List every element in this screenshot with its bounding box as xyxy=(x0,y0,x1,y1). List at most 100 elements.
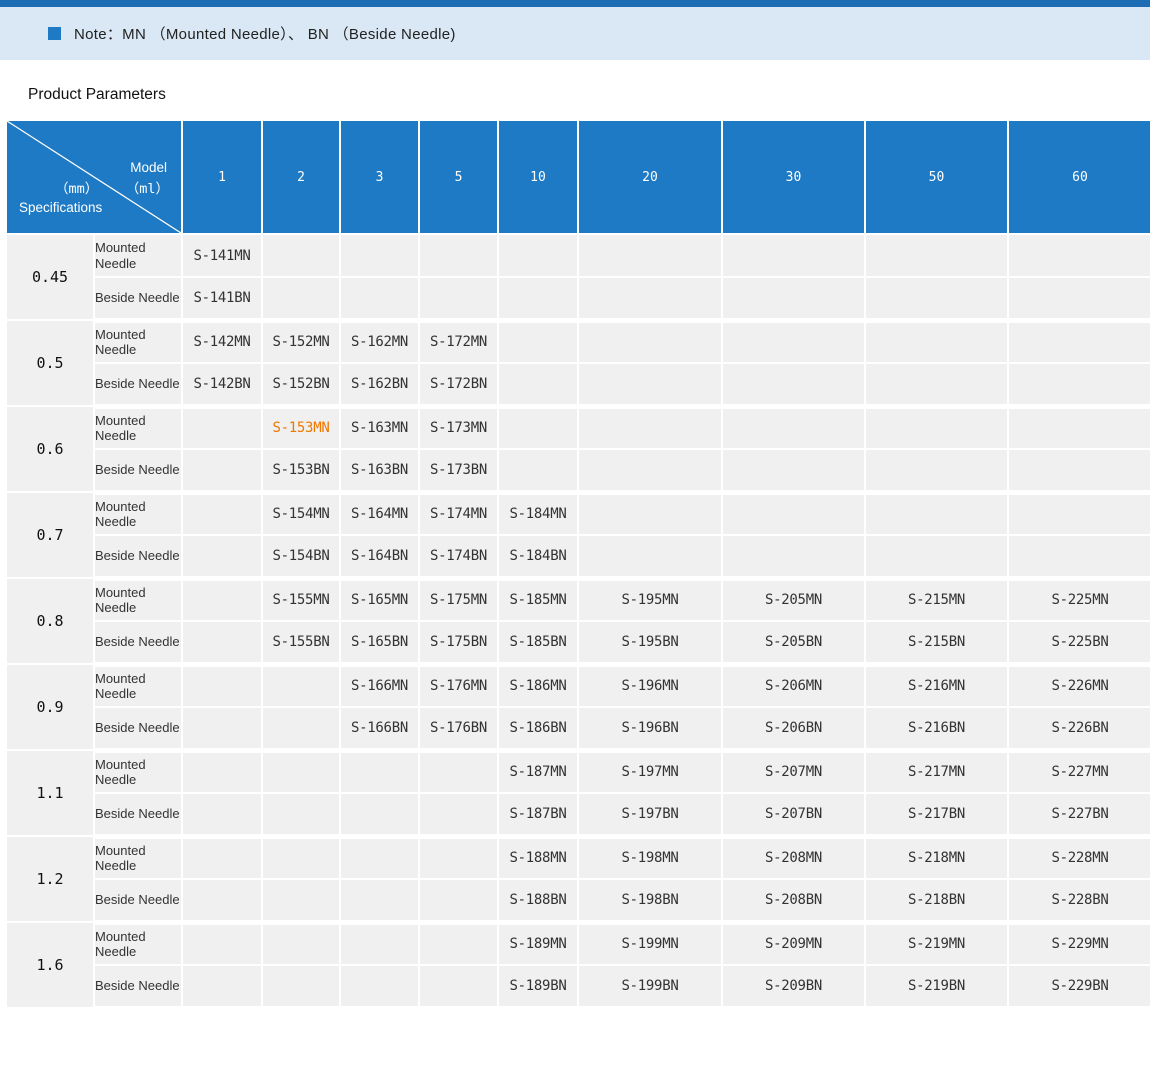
model-cell: S-196MN xyxy=(578,664,722,707)
model-cell: S-217BN xyxy=(865,793,1008,836)
empty-cell xyxy=(865,406,1008,449)
empty-cell xyxy=(865,363,1008,406)
beside-needle-label: Beside Needle xyxy=(94,879,182,922)
model-cell: S-186BN xyxy=(498,707,578,750)
table-row-0.7-mn: 0.7Mounted NeedleS-154MNS-164MNS-174MNS-… xyxy=(6,492,1150,535)
table-row-0.5-mn: 0.5Mounted NeedleS-142MNS-152MNS-162MNS-… xyxy=(6,320,1150,363)
empty-cell xyxy=(1008,492,1150,535)
note-bullet-icon xyxy=(48,27,61,40)
model-cell: S-141MN xyxy=(182,234,262,277)
empty-cell xyxy=(340,965,419,1008)
empty-cell xyxy=(498,320,578,363)
empty-cell xyxy=(722,449,865,492)
empty-cell xyxy=(340,922,419,965)
model-cell: S-172MN xyxy=(419,320,498,363)
model-cell: S-207MN xyxy=(722,750,865,793)
empty-cell xyxy=(722,277,865,320)
model-cell: S-166MN xyxy=(340,664,419,707)
corner-label-mm-unit: （mm） xyxy=(55,183,98,197)
table-row-0.6-bn: Beside NeedleS-153BNS-163BNS-173BN xyxy=(6,449,1150,492)
empty-cell xyxy=(498,363,578,406)
table-row-1.2-mn: 1.2Mounted NeedleS-188MNS-198MNS-208MNS-… xyxy=(6,836,1150,879)
model-cell: S-227MN xyxy=(1008,750,1150,793)
section-title: Product Parameters xyxy=(28,86,1150,104)
model-cell: S-173MN xyxy=(419,406,498,449)
diagonal-divider xyxy=(7,121,181,233)
empty-cell xyxy=(182,578,262,621)
model-cell: S-205MN xyxy=(722,578,865,621)
empty-cell xyxy=(262,664,340,707)
empty-cell xyxy=(262,234,340,277)
column-header-50: 50 xyxy=(865,120,1008,234)
spec-cell: 0.8 xyxy=(6,578,94,664)
table-row-1.1-mn: 1.1Mounted NeedleS-187MNS-197MNS-207MNS-… xyxy=(6,750,1150,793)
empty-cell xyxy=(419,234,498,277)
model-cell: S-226MN xyxy=(1008,664,1150,707)
corner-header-cell: Model （ml） （mm） Specifications xyxy=(6,120,182,234)
model-cell: S-228BN xyxy=(1008,879,1150,922)
mounted-needle-label: Mounted Needle xyxy=(94,578,182,621)
empty-cell xyxy=(419,836,498,879)
model-cell: S-207BN xyxy=(722,793,865,836)
empty-cell xyxy=(578,277,722,320)
empty-cell xyxy=(182,406,262,449)
model-cell: S-229BN xyxy=(1008,965,1150,1008)
empty-cell xyxy=(262,793,340,836)
header-row: Model （ml） （mm） Specifications 123510203… xyxy=(6,120,1150,234)
empty-cell xyxy=(1008,320,1150,363)
mounted-needle-label: Mounted Needle xyxy=(94,320,182,363)
model-cell: S-187MN xyxy=(498,750,578,793)
model-cell: S-164BN xyxy=(340,535,419,578)
column-header-60: 60 xyxy=(1008,120,1150,234)
empty-cell xyxy=(498,406,578,449)
model-cell: S-142MN xyxy=(182,320,262,363)
empty-cell xyxy=(722,320,865,363)
beside-needle-label: Beside Needle xyxy=(94,363,182,406)
spec-cell: 0.5 xyxy=(6,320,94,406)
empty-cell xyxy=(340,277,419,320)
model-cell: S-195BN xyxy=(578,621,722,664)
empty-cell xyxy=(262,836,340,879)
empty-cell xyxy=(865,449,1008,492)
model-cell: S-197BN xyxy=(578,793,722,836)
empty-cell xyxy=(578,363,722,406)
column-header-20: 20 xyxy=(578,120,722,234)
model-cell: S-229MN xyxy=(1008,922,1150,965)
table-row-1.6-mn: 1.6Mounted NeedleS-189MNS-199MNS-209MNS-… xyxy=(6,922,1150,965)
table-row-0.45-bn: Beside NeedleS-141BN xyxy=(6,277,1150,320)
empty-cell xyxy=(340,750,419,793)
spec-cell: 0.6 xyxy=(6,406,94,492)
empty-cell xyxy=(262,750,340,793)
beside-needle-label: Beside Needle xyxy=(94,449,182,492)
table-row-0.6-mn: 0.6Mounted NeedleS-153MNS-163MNS-173MN xyxy=(6,406,1150,449)
table-row-0.9-mn: 0.9Mounted NeedleS-166MNS-176MNS-186MNS-… xyxy=(6,664,1150,707)
empty-cell xyxy=(1008,277,1150,320)
model-cell: S-188MN xyxy=(498,836,578,879)
table-row-1.1-bn: Beside NeedleS-187BNS-197BNS-207BNS-217B… xyxy=(6,793,1150,836)
model-cell: S-173BN xyxy=(419,449,498,492)
model-cell: S-215BN xyxy=(865,621,1008,664)
model-cell: S-216BN xyxy=(865,707,1008,750)
model-cell: S-166BN xyxy=(340,707,419,750)
model-cell: S-217MN xyxy=(865,750,1008,793)
empty-cell xyxy=(498,277,578,320)
empty-cell xyxy=(262,922,340,965)
table-row-0.45-mn: 0.45Mounted NeedleS-141MN xyxy=(6,234,1150,277)
empty-cell xyxy=(182,965,262,1008)
empty-cell xyxy=(578,535,722,578)
model-cell: S-206BN xyxy=(722,707,865,750)
mounted-needle-label: Mounted Needle xyxy=(94,750,182,793)
spec-cell: 1.2 xyxy=(6,836,94,922)
empty-cell xyxy=(1008,449,1150,492)
mounted-needle-label: Mounted Needle xyxy=(94,492,182,535)
model-cell: S-187BN xyxy=(498,793,578,836)
corner-label-ml-unit: （ml） xyxy=(126,183,169,197)
beside-needle-label: Beside Needle xyxy=(94,707,182,750)
empty-cell xyxy=(722,363,865,406)
beside-needle-label: Beside Needle xyxy=(94,535,182,578)
empty-cell xyxy=(182,707,262,750)
model-cell: S-205BN xyxy=(722,621,865,664)
model-cell: S-152MN xyxy=(262,320,340,363)
column-header-10: 10 xyxy=(498,120,578,234)
model-cell: S-208BN xyxy=(722,879,865,922)
